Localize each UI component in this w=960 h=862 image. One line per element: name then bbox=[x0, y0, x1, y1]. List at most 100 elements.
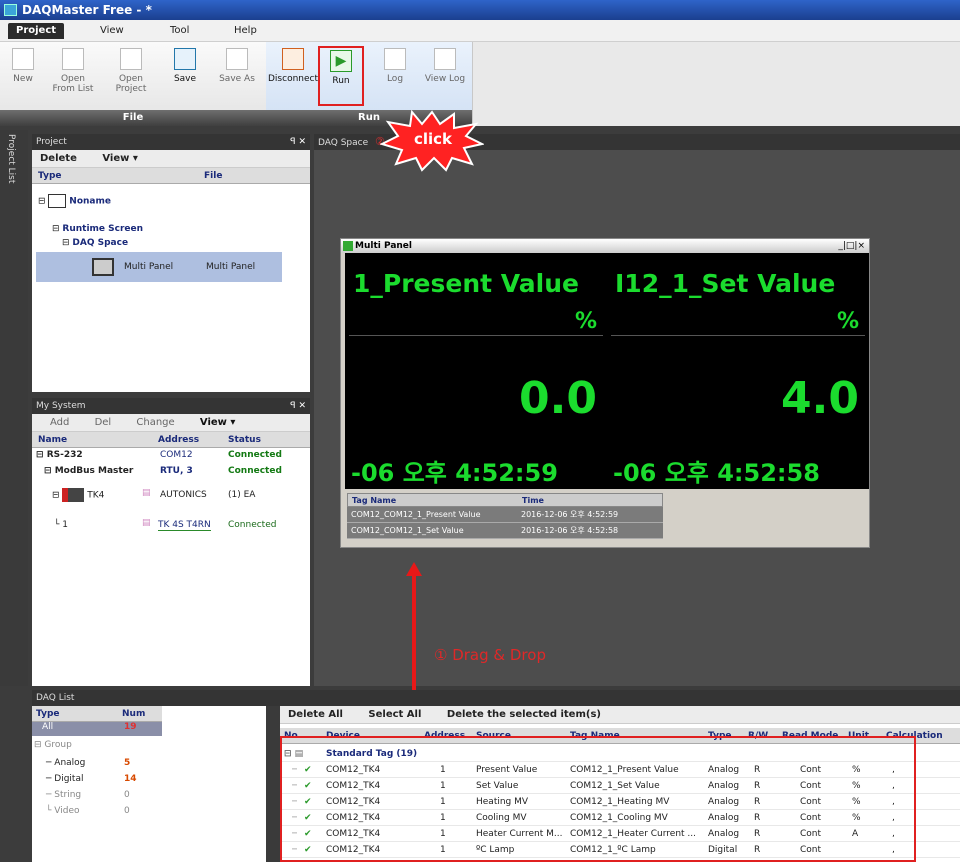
system-row-tk4[interactable]: ⊟ TK4 bbox=[52, 488, 104, 502]
divider bbox=[611, 335, 865, 336]
type-row-digital[interactable]: ─ Digital bbox=[46, 774, 83, 784]
daq-space-canvas[interactable]: Multi Panel _|□|× 1_Present Value % 0.0 … bbox=[314, 150, 960, 696]
delete-selected-button[interactable]: Delete the selected item(s) bbox=[447, 709, 601, 720]
file-group-label: File bbox=[0, 110, 266, 126]
open-project-button[interactable]: Open Project bbox=[108, 46, 154, 106]
cell-rw: R bbox=[754, 781, 761, 791]
run-button[interactable]: ▶ Run bbox=[318, 46, 364, 106]
cell-type: Analog bbox=[708, 797, 740, 807]
pin-close-icon[interactable]: ꟼ ✕ bbox=[290, 134, 306, 150]
cell-rw: R bbox=[754, 813, 761, 823]
delete-button[interactable]: Delete bbox=[40, 153, 77, 164]
save-as-button[interactable]: Save As bbox=[214, 46, 260, 106]
drag-arrow-shaft bbox=[412, 574, 416, 696]
menu-project[interactable]: Project bbox=[8, 23, 65, 39]
table-row[interactable]: COM12_COM12_1_Present Value 2016-12-06 오후… bbox=[347, 507, 663, 523]
drag-drop-label: ① Drag & Drop bbox=[434, 646, 546, 664]
daq-list-table: Delete All Select All Delete the selecte… bbox=[280, 706, 960, 862]
display-cell[interactable]: I12_1_Set Value % 4.0 -06 오후 4:52:58 bbox=[607, 253, 869, 489]
cell-calc: , bbox=[892, 845, 895, 855]
expand-icon[interactable]: ⊟ ▤ bbox=[284, 746, 303, 762]
type-row-video[interactable]: └ Video bbox=[46, 806, 80, 816]
cell-source: Cooling MV bbox=[476, 813, 527, 823]
type-row-analog[interactable]: ─ Analog bbox=[46, 758, 85, 768]
save-as-icon bbox=[226, 48, 248, 70]
daq-type-panel: Type Num All 19 ⊟ Group ─ Analog 5 ─ Digi… bbox=[32, 706, 266, 862]
table-row[interactable]: ─ ✔ COM12_TK4 1 Present Value COM12_1_Pr… bbox=[280, 762, 960, 778]
view-log-icon bbox=[434, 48, 456, 70]
delete-all-button[interactable]: Delete All bbox=[288, 709, 343, 720]
type-row-string[interactable]: ─ String bbox=[46, 790, 81, 800]
display-cell[interactable]: 1_Present Value % 0.0 -06 오후 4:52:59 bbox=[345, 253, 607, 489]
project-list-side-tab[interactable]: Project List bbox=[6, 134, 16, 224]
del-button[interactable]: Del bbox=[95, 417, 112, 428]
tree-item-multi-panel[interactable]: Multi Panel Multi Panel bbox=[36, 252, 282, 282]
cell-device: COM12_TK4 bbox=[326, 845, 381, 855]
system-row-rs232[interactable]: ⊟ RS-232 bbox=[36, 450, 83, 460]
tree-item-runtime-screen[interactable]: ⊟ Runtime Screen bbox=[52, 224, 143, 234]
cell-device: COM12_TK4 bbox=[326, 781, 381, 791]
select-all-button[interactable]: Select All bbox=[368, 709, 421, 720]
system-row-1[interactable]: └ 1 bbox=[54, 520, 68, 530]
check-icon: ✔ bbox=[304, 829, 312, 839]
cell-tag: COM12_1_Present Value bbox=[570, 765, 679, 775]
cell-rw: R bbox=[754, 765, 761, 775]
cell-address: 1 bbox=[440, 829, 446, 839]
menu-help[interactable]: Help bbox=[226, 23, 265, 39]
system-row-modbus[interactable]: ⊟ ModBus Master bbox=[44, 466, 133, 476]
multi-panel-icon bbox=[92, 258, 114, 276]
window-title: DAQMaster Free - * bbox=[22, 3, 152, 17]
check-icon: ✔ bbox=[304, 813, 312, 823]
ribbon-empty-area bbox=[472, 42, 960, 126]
open-from-list-button[interactable]: Open From List bbox=[50, 46, 96, 106]
window-title-bar: DAQMaster Free - * bbox=[0, 0, 960, 20]
tree-item-daq-space[interactable]: ⊟ DAQ Space bbox=[62, 238, 128, 248]
change-button[interactable]: Change bbox=[136, 417, 174, 428]
table-row[interactable]: ─ ✔ COM12_TK4 1 Heater Current M... COM1… bbox=[280, 826, 960, 842]
table-row[interactable]: ─ ✔ COM12_TK4 1 Heating MV COM12_1_Heati… bbox=[280, 794, 960, 810]
daq-list-title: DAQ List bbox=[32, 690, 960, 706]
table-row[interactable]: ─ ✔ COM12_TK4 1 ºC Lamp COM12_1_ºC Lamp … bbox=[280, 842, 960, 858]
project-icon bbox=[48, 194, 67, 208]
cell-mode: Cont bbox=[800, 765, 822, 775]
splitter[interactable] bbox=[266, 706, 280, 862]
daq-list-columns: No. Device Address Source Tag Name Type … bbox=[280, 728, 960, 744]
group-row[interactable]: ⊟ ▤ Standard Tag (19) bbox=[280, 746, 960, 762]
table-row[interactable]: ─ ✔ COM12_TK4 1 Set Value COM12_1_Set Va… bbox=[280, 778, 960, 794]
log-button[interactable]: Log bbox=[372, 46, 418, 106]
tree-item-noname[interactable]: ⊟ Noname bbox=[38, 194, 111, 208]
cell-rw: R bbox=[754, 845, 761, 855]
disconnect-button[interactable]: Disconnect bbox=[268, 46, 318, 106]
cell-type: Analog bbox=[708, 829, 740, 839]
new-button[interactable]: New bbox=[0, 46, 46, 106]
save-button[interactable]: Save bbox=[162, 46, 208, 106]
table-row[interactable]: COM12_COM12_1_Set Value 2016-12-06 오후 4:5… bbox=[347, 523, 663, 539]
cell-mode: Cont bbox=[800, 829, 822, 839]
cell-tag: COM12_1_Heater Current ... bbox=[570, 829, 697, 839]
cell-unit: % bbox=[852, 765, 861, 775]
cell-source: Heater Current M... bbox=[476, 829, 563, 839]
menu-view[interactable]: View bbox=[92, 23, 132, 39]
cell-unit: A bbox=[852, 829, 859, 839]
cell-device: COM12_TK4 bbox=[326, 829, 381, 839]
view-log-button[interactable]: View Log bbox=[420, 46, 470, 106]
view-dropdown[interactable]: View ▾ bbox=[102, 153, 138, 164]
cell-source: Set Value bbox=[476, 781, 519, 791]
check-icon: ✔ bbox=[304, 797, 312, 807]
table-row[interactable]: ─ ✔ COM12_TK4 1 Cooling MV COM12_1_Cooli… bbox=[280, 810, 960, 826]
add-button[interactable]: Add bbox=[50, 417, 69, 428]
multi-panel-window[interactable]: Multi Panel _|□|× 1_Present Value % 0.0 … bbox=[340, 238, 870, 548]
arrow-up-icon bbox=[406, 562, 422, 576]
cell-type: Analog bbox=[708, 781, 740, 791]
type-row-all[interactable]: All 19 bbox=[32, 722, 162, 736]
cell-calc: , bbox=[892, 829, 895, 839]
menu-tool[interactable]: Tool bbox=[162, 23, 197, 39]
type-row-group[interactable]: ⊟ Group bbox=[34, 740, 72, 750]
window-controls[interactable]: _|□|× bbox=[838, 239, 865, 253]
cell-tag: COM12_1_Set Value bbox=[570, 781, 660, 791]
project-panel: Delete View ▾ Type File ⊟ Noname ⊟ Runti… bbox=[32, 150, 310, 392]
pin-close-icon[interactable]: ꟼ ✕ bbox=[290, 398, 306, 414]
view-dropdown[interactable]: View ▾ bbox=[200, 417, 236, 428]
open-list-icon bbox=[62, 48, 84, 70]
cell-rw: R bbox=[754, 829, 761, 839]
